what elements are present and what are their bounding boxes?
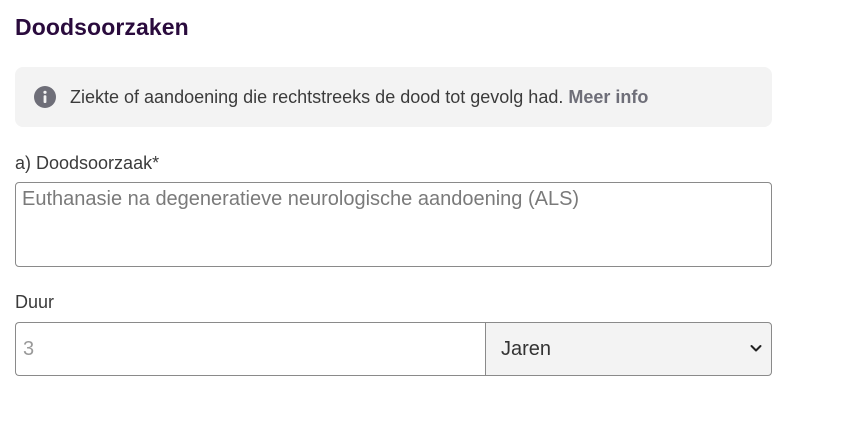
info-icon [34,86,56,108]
death-causes-form: Doodsoorzaken Ziekte of aandoening die r… [0,0,842,421]
info-text-line: Ziekte of aandoening die rechtstreeks de… [70,86,648,108]
duration-unit-value: Jaren [501,338,552,360]
duration-input[interactable] [15,322,486,376]
duration-label: Duur [15,292,55,312]
more-info-link[interactable]: Meer info [568,87,648,107]
cause-label: a) Doodsoorzaak* [15,153,160,173]
chevron-down-icon [750,345,762,352]
cause-textarea[interactable]: Euthanasie na degeneratieve neurologisch… [15,182,772,267]
info-text: Ziekte of aandoening die rechtstreeks de… [70,87,564,107]
section-title: Doodsoorzaken [15,14,189,40]
info-notice: Ziekte of aandoening die rechtstreeks de… [15,67,772,127]
duration-unit-select[interactable]: Jaren [485,322,772,376]
